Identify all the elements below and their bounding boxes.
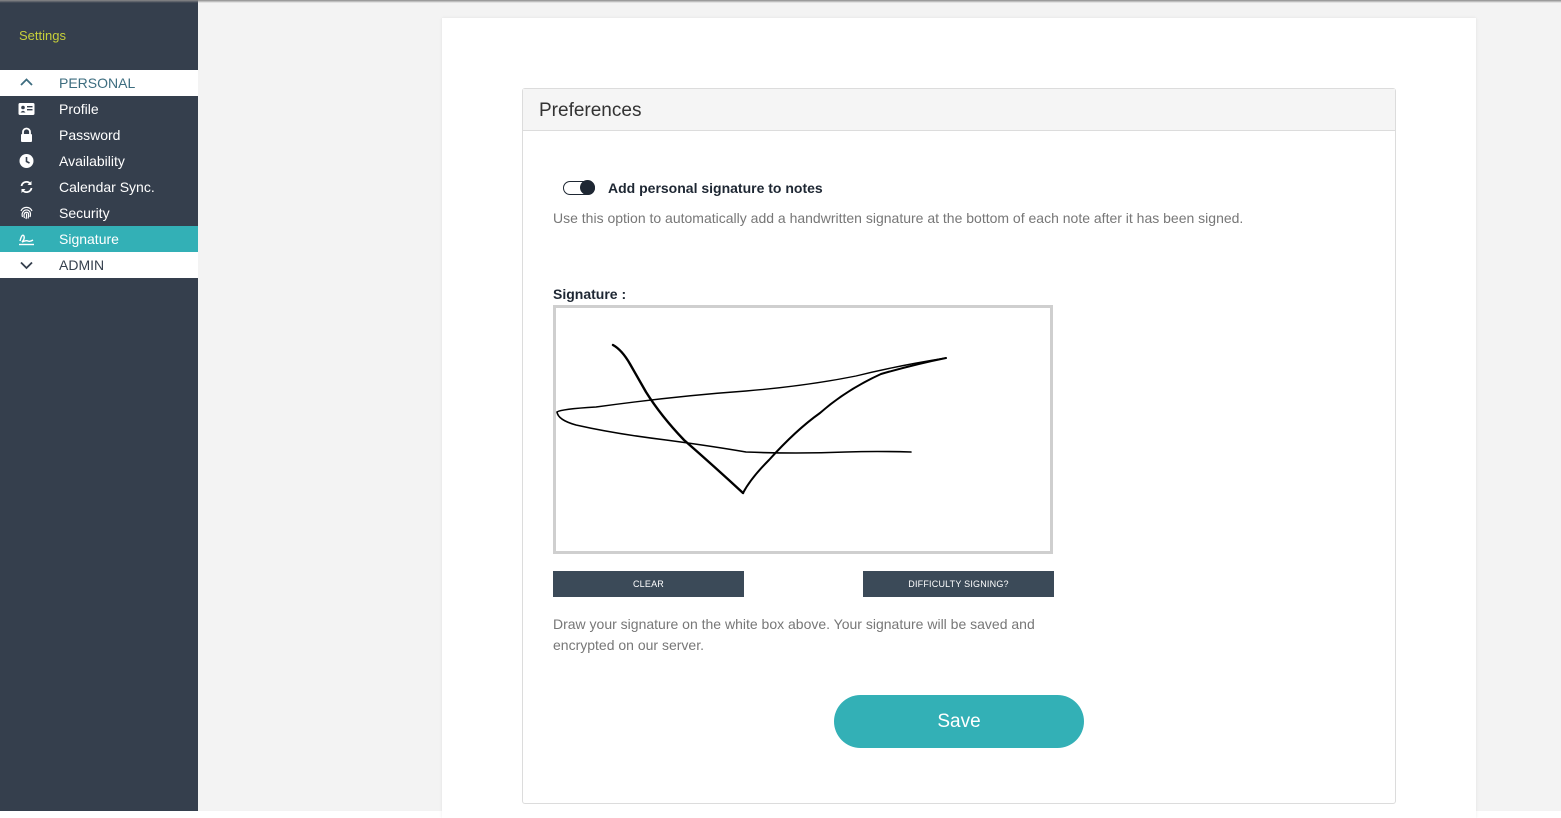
signature-drawing [556, 343, 947, 495]
fingerprint-icon [18, 205, 35, 221]
signature-icon [18, 231, 35, 247]
sidebar-item-label: Calendar Sync. [59, 179, 155, 195]
sidebar-item-password[interactable]: Password [0, 122, 198, 148]
toggle-label: Add personal signature to notes [608, 180, 823, 196]
section-admin[interactable]: ADMIN [0, 252, 198, 278]
chevron-down-icon [18, 257, 35, 273]
difficulty-signing-button[interactable]: DIFFICULTY SIGNING? [863, 571, 1054, 597]
sidebar-item-signature[interactable]: Signature [0, 226, 198, 252]
id-card-icon [18, 101, 35, 117]
section-personal-label: PERSONAL [59, 75, 136, 91]
clock-icon [18, 153, 35, 169]
signature-help-text: Draw your signature on the white box abo… [553, 616, 1035, 653]
section-personal[interactable]: PERSONAL [0, 70, 198, 96]
lock-icon [18, 127, 35, 143]
signature-label: Signature : [553, 286, 627, 302]
chevron-up-icon [18, 75, 35, 91]
section-admin-label: ADMIN [59, 257, 105, 273]
sidebar-item-availability[interactable]: Availability [0, 148, 198, 174]
signature-pad[interactable] [553, 305, 1053, 554]
save-button[interactable]: Save [834, 695, 1084, 748]
sidebar-item-label: Signature [59, 231, 119, 247]
sync-icon [18, 179, 35, 195]
panel-title: Preferences [539, 100, 642, 121]
sidebar-item-label: Security [59, 205, 110, 221]
sidebar-item-calendar-sync[interactable]: Calendar Sync. [0, 174, 198, 200]
sidebar-title: Settings [19, 28, 66, 43]
sidebar-item-label: Profile [59, 101, 99, 117]
sidebar-item-security[interactable]: Security [0, 200, 198, 226]
toggle-description: Use this option to automatically add a h… [553, 210, 1244, 226]
sidebar-item-profile[interactable]: Profile [0, 96, 198, 122]
sidebar-item-label: Availability [59, 153, 125, 169]
signature-toggle[interactable] [563, 180, 595, 195]
panel-header: Preferences [523, 89, 1395, 131]
sidebar-item-label: Password [59, 127, 121, 143]
sidebar: Settings PERSONAL Profile Password Avail… [0, 0, 198, 811]
top-shadow [0, 0, 1561, 3]
toggle-knob [580, 180, 595, 195]
clear-button[interactable]: CLEAR [553, 571, 744, 597]
